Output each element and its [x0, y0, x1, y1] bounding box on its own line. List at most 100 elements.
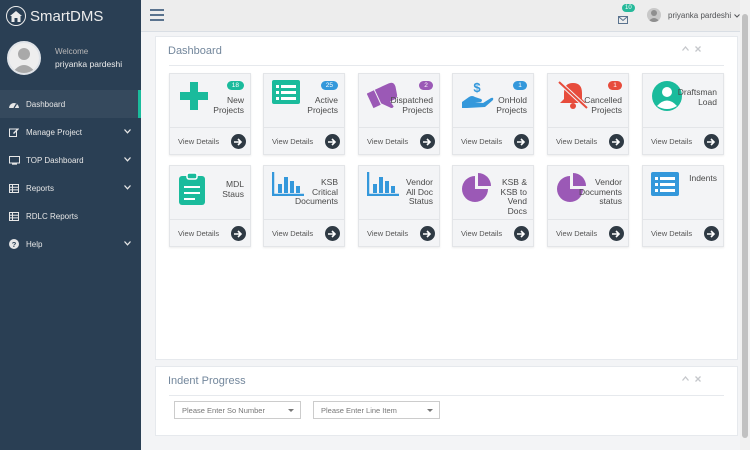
view-details-link[interactable]: View Details [170, 127, 250, 154]
mail-icon[interactable] [618, 11, 628, 29]
arrow-right-icon[interactable] [609, 134, 624, 149]
home-icon [6, 6, 26, 26]
view-details-text: View Details [651, 228, 693, 238]
pie-chart-icon [461, 172, 495, 207]
tile-vendor-all-doc-status[interactable]: Vendor All Doc Status View Details [358, 165, 440, 247]
tile-label-line: Load [698, 96, 717, 107]
tile-label: KSB & KSB to Vend Docs [501, 177, 527, 216]
tile-label-line: Projects [591, 104, 622, 115]
tile-label-line: Status [408, 196, 433, 206]
brand[interactable]: SmartDMS [0, 0, 141, 32]
arrow-right-icon[interactable] [420, 226, 435, 241]
view-details-text: View Details [272, 136, 314, 146]
view-details-link[interactable]: View Details [359, 219, 439, 246]
sidebar-item-reports[interactable]: Reports [0, 174, 141, 202]
tile-label-line: Indents [689, 173, 717, 183]
tile-label: MDL Staus [222, 179, 244, 199]
tile-dispatched-projects[interactable]: 2 Dispatched Projects View Details [358, 73, 440, 155]
view-details-text: View Details [367, 228, 409, 238]
arrow-right-icon[interactable] [420, 134, 435, 149]
menu-toggle-icon[interactable] [150, 9, 164, 21]
sidebar-item-rdlc-reports[interactable]: RDLC Reports [0, 202, 141, 230]
view-details-link[interactable]: View Details [643, 127, 723, 154]
caret-down-icon [288, 409, 294, 412]
count-badge: 1 [513, 81, 527, 90]
user-avatar [7, 41, 41, 75]
tile-ksb-critical-documents[interactable]: KSB Critical Documents View Details [263, 165, 345, 247]
view-details-text: View Details [461, 136, 503, 146]
count-badge: 2 [419, 81, 433, 90]
so-number-select[interactable]: Please Enter So Number [174, 401, 301, 419]
view-details-link[interactable]: View Details [548, 127, 628, 154]
welcome-text: Welcome [55, 47, 89, 56]
view-details-link[interactable]: View Details [643, 219, 723, 246]
tile-label: Indents [689, 173, 717, 184]
plus-icon [178, 80, 210, 117]
tile-draftsman-load[interactable]: Draftsman Load View Details [642, 73, 724, 155]
list-icon [651, 172, 679, 201]
arrow-right-icon[interactable] [514, 134, 529, 149]
sidebar-item-help[interactable]: ? Help [0, 230, 141, 258]
tile-new-projects[interactable]: 18 New Projects View Details [169, 73, 251, 155]
line-item-select[interactable]: Please Enter Line Item [313, 401, 440, 419]
tile-ksb-to-vend-docs[interactable]: KSB & KSB to Vend Docs View Details [452, 165, 534, 247]
tile-label-line: Staus [222, 188, 244, 199]
edit-icon [8, 126, 20, 138]
tile-active-projects[interactable]: 25 Active Projects View Details [263, 73, 345, 155]
table-icon [8, 210, 20, 222]
sidebar-item-label: Dashboard [26, 99, 66, 109]
view-details-link[interactable]: View Details [170, 219, 250, 246]
arrow-right-icon[interactable] [704, 134, 719, 149]
chevron-down-icon [124, 239, 131, 248]
arrow-right-icon[interactable] [231, 226, 246, 241]
sidebar-item-dashboard[interactable]: Dashboard [0, 90, 141, 118]
close-icon[interactable] [695, 46, 701, 52]
tile-label-line: Documents [295, 196, 338, 206]
tile-label-line: Projects [213, 104, 244, 115]
arrow-right-icon[interactable] [325, 226, 340, 241]
chevron-down-icon [124, 183, 131, 192]
view-details-text: View Details [272, 228, 314, 238]
close-icon[interactable] [695, 376, 701, 382]
tile-label: Dispatched Projects [390, 95, 433, 115]
tile-label: New Projects [213, 95, 244, 115]
sidebar-item-top-dashboard[interactable]: TOP Dashboard [0, 146, 141, 174]
sidebar-item-label: Manage Project [26, 127, 83, 137]
caret-down-icon [427, 409, 433, 412]
collapse-icon[interactable] [682, 376, 689, 382]
tile-onhold-projects[interactable]: $1 OnHold Projects View Details [452, 73, 534, 155]
scrollbar-thumb[interactable] [742, 14, 748, 438]
tile-label: Vendor All Doc Status [406, 177, 433, 207]
arrow-right-icon[interactable] [609, 226, 624, 241]
view-details-link[interactable]: View Details [453, 127, 533, 154]
view-details-link[interactable]: View Details [359, 127, 439, 154]
sidebar-item-manage-project[interactable]: Manage Project [0, 118, 141, 146]
mail-count-badge: 10 [622, 4, 635, 12]
view-details-link[interactable]: View Details [264, 127, 344, 154]
user-menu[interactable]: priyanka pardeshi [647, 8, 741, 22]
arrow-right-icon[interactable] [704, 226, 719, 241]
tile-mdl-staus[interactable]: MDL Staus View Details [169, 165, 251, 247]
collapse-icon[interactable] [682, 46, 689, 52]
hand-money-icon: $ [461, 80, 495, 115]
view-details-link[interactable]: View Details [548, 219, 628, 246]
arrow-right-icon[interactable] [231, 134, 246, 149]
tile-indents[interactable]: Indents View Details [642, 165, 724, 247]
tile-vendor-documents-status[interactable]: Vendor Documents status View Details [547, 165, 629, 247]
arrow-right-icon[interactable] [325, 134, 340, 149]
page-scrollbar[interactable] [740, 0, 750, 450]
app-title: SmartDMS [30, 7, 104, 25]
tile-label: Cancelled Projects [584, 95, 622, 115]
count-badge: 1 [608, 81, 622, 90]
dashboard-panel: Dashboard 18 New Projects View Details 25 Act… [155, 36, 738, 360]
sidebar-item-label: TOP Dashboard [26, 155, 84, 165]
arrow-right-icon[interactable] [514, 226, 529, 241]
view-details-link[interactable]: View Details [264, 219, 344, 246]
view-details-link[interactable]: View Details [453, 219, 533, 246]
sidebar-item-label: Reports [26, 183, 55, 193]
tile-cancelled-projects[interactable]: 1 Cancelled Projects View Details [547, 73, 629, 155]
top-navbar: 10 priyanka pardeshi [141, 0, 750, 32]
bar-chart-icon [366, 172, 399, 201]
view-details-text: View Details [461, 228, 503, 238]
sidebar-item-label: RDLC Reports [26, 211, 79, 221]
